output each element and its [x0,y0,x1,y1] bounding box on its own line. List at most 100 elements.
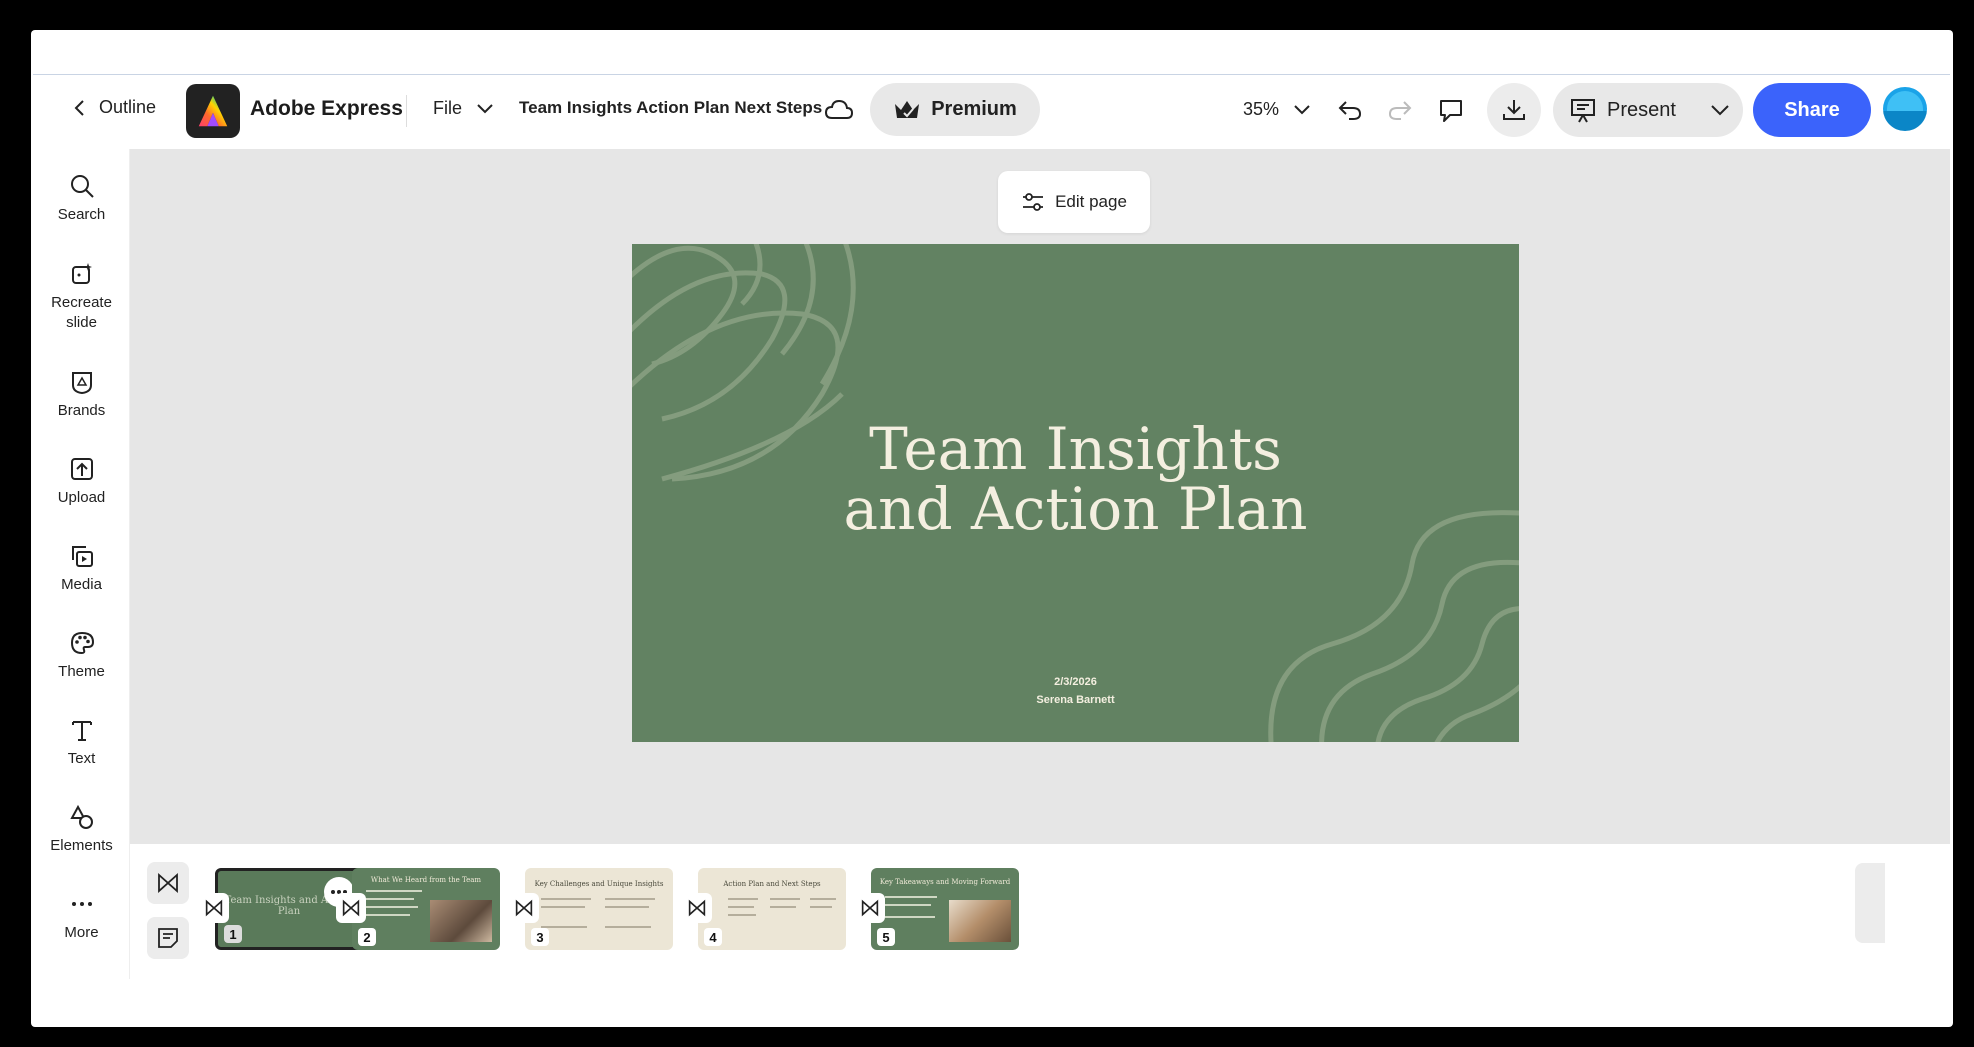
recreate-slide-icon [71,263,92,284]
adobe-express-logo[interactable] [186,84,240,138]
chevron-down-icon [1294,104,1310,114]
thumb-title: Key Takeaways and Moving Forward [879,878,1011,886]
rail-item-label: Theme [58,663,105,680]
chevron-left-icon [74,99,84,116]
presentation-icon [1571,99,1595,123]
rail-item-text[interactable]: Text [33,717,130,769]
page-thumbnail-3[interactable]: Key Challenges and Unique Insights 3 [525,868,673,950]
adobe-express-logo-icon [198,95,228,127]
text-line [366,906,418,908]
text-line [728,906,754,908]
rail-item-brands[interactable]: Brands [33,369,130,421]
transition-button-2[interactable] [336,893,366,923]
page-number: 2 [358,928,376,946]
transition-icon [688,899,706,917]
text-line [541,898,591,900]
page-number: 4 [704,928,722,946]
zoom-dropdown[interactable]: 35% [1243,99,1311,120]
canvas-area[interactable]: Edit page Team Insights and Action Plan … [130,149,1950,893]
rail-item-label: Text [67,750,96,767]
page-thumbnail-2[interactable]: What We Heard from the Team 2 [352,868,500,950]
page-thumbnail-4[interactable]: Action Plan and Next Steps 4 [698,868,846,950]
crown-icon [895,100,920,118]
adobe-express-app: Outline Adobe Express File Team Insights… [33,74,1950,979]
document-title[interactable]: Team Insights Action Plan Next Steps [519,98,822,118]
cloud-sync-icon[interactable] [824,97,854,123]
more-icon [71,902,92,906]
text-line [605,898,655,900]
page-filmstrip: Team Insights and Action Plan 1 What We … [130,844,1950,979]
rail-item-recreate-slide[interactable]: Recreate slide [33,261,130,333]
chevron-down-icon[interactable] [1709,99,1731,121]
slide-title-line-2: and Action Plan [843,475,1308,543]
present-button[interactable]: Present [1553,83,1743,137]
thumb-title: Key Challenges and Unique Insights [534,880,664,888]
text-line [728,914,756,916]
text-line [366,914,410,916]
slide-author[interactable]: Serena Barnett [632,694,1519,706]
transition-button-3[interactable] [509,893,539,923]
outline-label: Outline [99,97,157,117]
rail-item-theme[interactable]: Theme [33,630,130,682]
divider [406,95,407,127]
upload-icon [70,458,93,480]
rail-item-label: Elements [50,837,113,854]
text-line [770,898,800,900]
transition-icon [342,899,360,917]
left-toolbar: Search Recreate slide Brands Upload Media… [33,149,130,979]
rail-item-elements[interactable]: Elements [33,804,130,856]
text-line [885,916,935,918]
transition-all-button[interactable] [147,862,189,904]
premium-button[interactable]: Premium [870,83,1040,136]
app-name: Adobe Express [250,97,403,120]
sliders-icon [1023,193,1044,211]
text-line [541,906,585,908]
text-line [366,898,414,900]
text-line [605,906,649,908]
rail-item-media[interactable]: Media [33,543,130,595]
comment-icon [1440,100,1462,122]
transition-button-5[interactable] [855,893,885,923]
rail-item-label: Media [61,576,102,593]
thumb-title: What We Heard from the Team [370,876,482,884]
shapes-icon [69,804,93,829]
slide-title[interactable]: Team Insights and Action Plan [632,419,1519,539]
premium-label: Premium [931,98,1017,120]
share-button[interactable]: Share [1753,83,1871,137]
user-avatar[interactable] [1883,87,1927,131]
brands-icon [71,372,92,395]
download-button[interactable] [1487,83,1541,137]
transition-button-4[interactable] [682,893,712,923]
side-panel-tab[interactable] [1855,863,1885,943]
comment-button[interactable] [1435,95,1467,127]
file-label: File [433,98,463,118]
transition-icon [205,899,223,917]
notes-icon [158,928,178,948]
undo-icon [1338,101,1362,120]
rail-item-label: Recreate slide [51,294,112,331]
slide-canvas[interactable]: Team Insights and Action Plan 2/3/2026 S… [632,244,1519,742]
undo-button[interactable] [1335,95,1365,125]
outline-button[interactable]: Outline [73,97,156,118]
page-number: 1 [224,925,242,943]
page-thumbnail-5[interactable]: Key Takeaways and Moving Forward 5 [871,868,1019,950]
text-line [541,926,587,928]
team-photo [430,900,492,942]
download-icon [1503,100,1525,120]
text-line [366,890,422,892]
text-line [885,896,937,898]
slide-date[interactable]: 2/3/2026 [632,676,1519,688]
rail-item-upload[interactable]: Upload [33,456,130,508]
transition-button-1[interactable] [199,893,229,923]
rail-item-more[interactable]: More [33,891,130,943]
redo-button[interactable] [1385,95,1415,125]
text-line [810,906,832,908]
notes-button[interactable] [147,917,189,959]
present-label: Present [1607,98,1676,121]
file-menu[interactable]: File [433,98,494,119]
rail-item-search[interactable]: Search [33,173,130,225]
redo-icon [1388,101,1412,120]
hands-photo [949,900,1011,942]
top-bar: Outline Adobe Express File Team Insights… [33,75,1950,149]
edit-page-button[interactable]: Edit page [998,171,1150,233]
